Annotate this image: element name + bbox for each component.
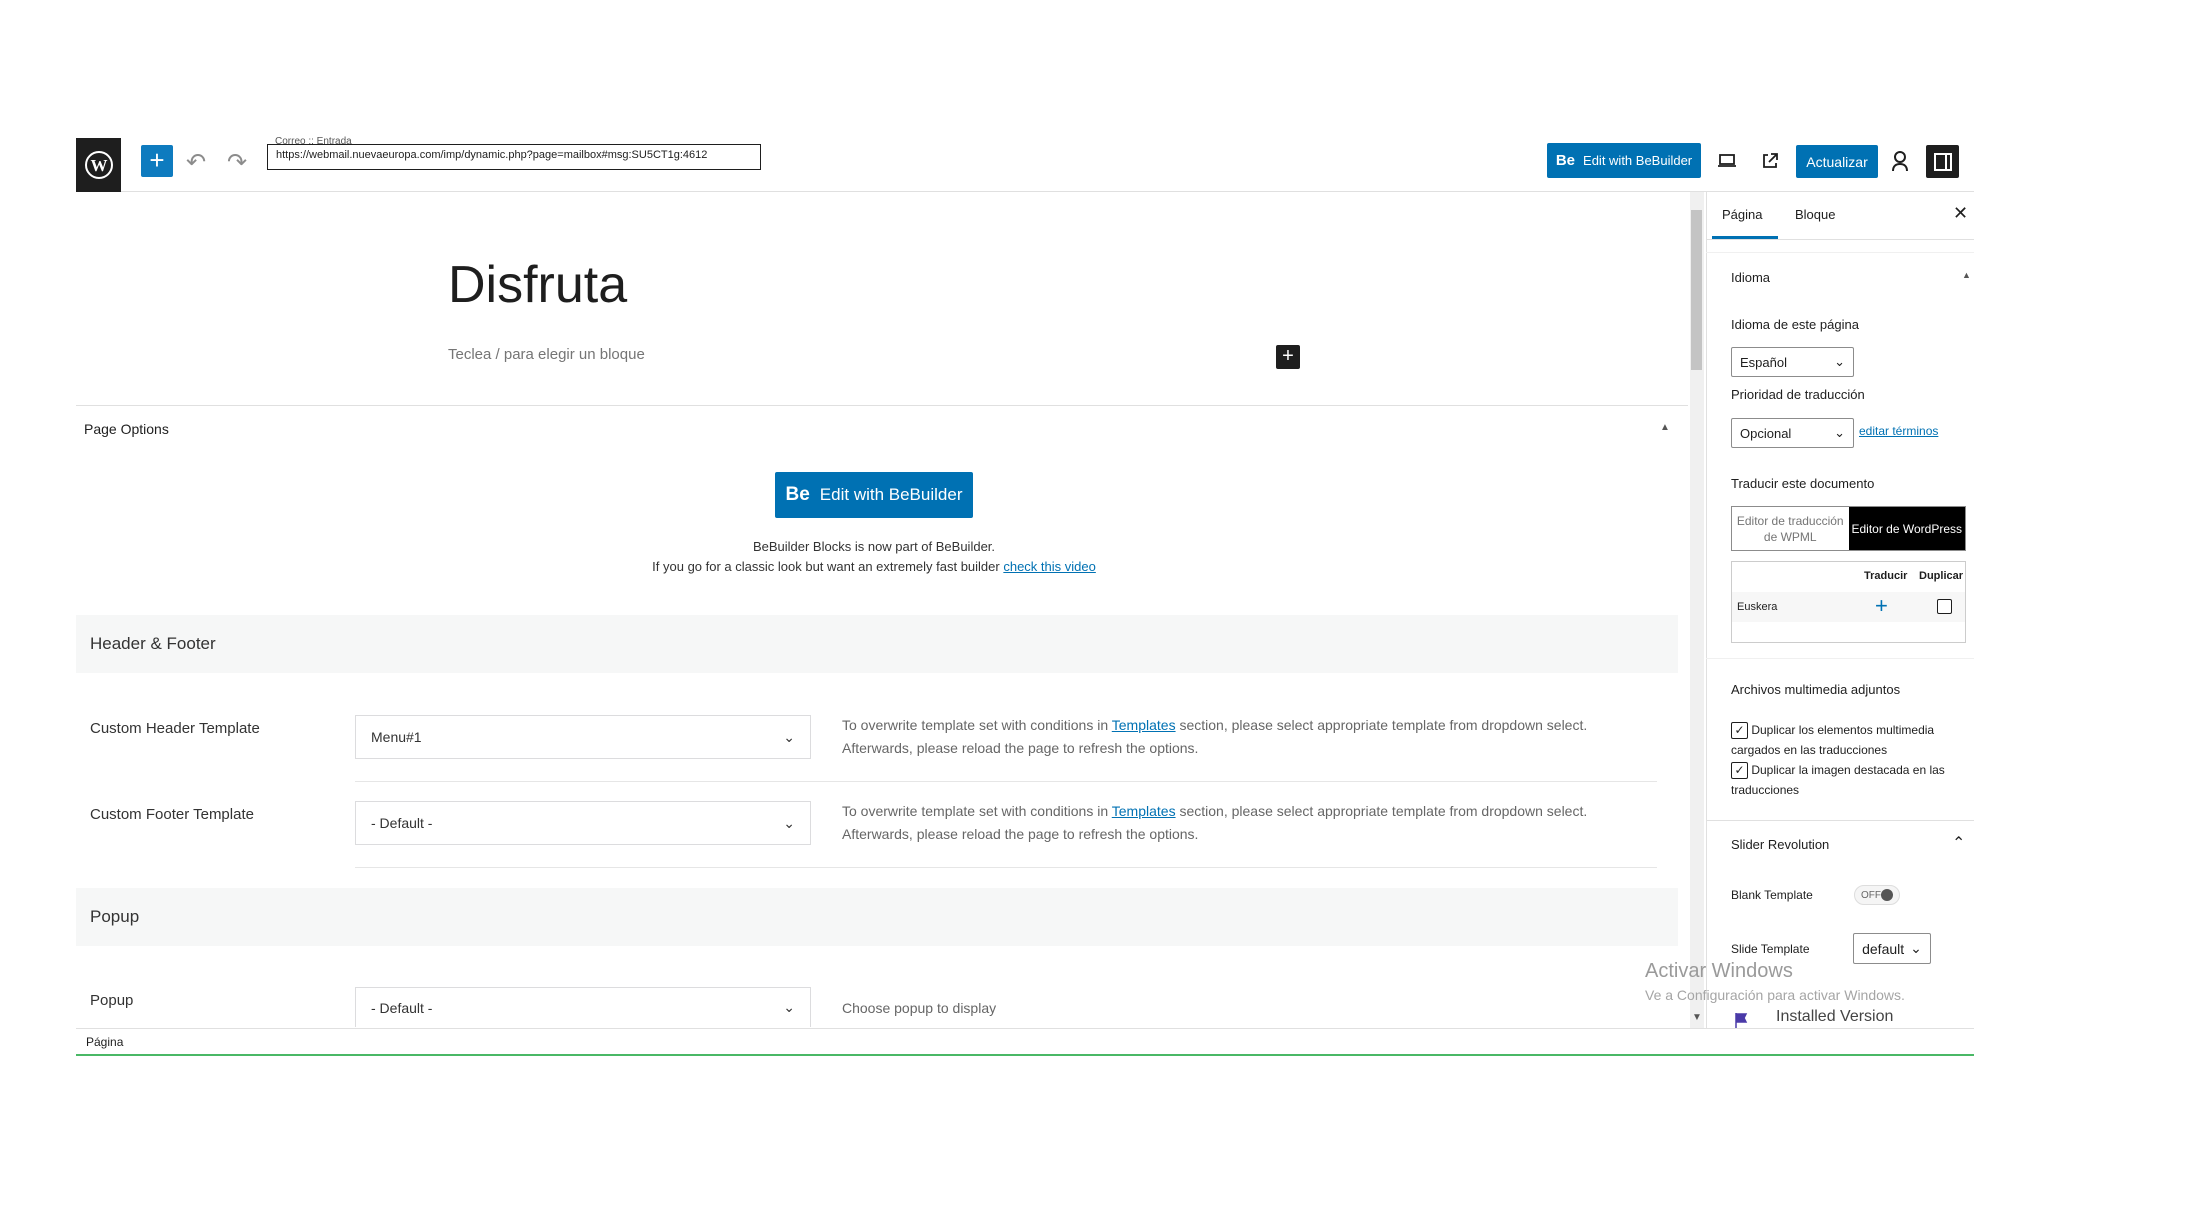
header-footer-section: Header & Footer	[76, 615, 1678, 673]
update-button[interactable]: Actualizar	[1796, 145, 1878, 178]
progress-line	[76, 1054, 1974, 1056]
block-placeholder[interactable]: Teclea / para elegir un bloque	[448, 346, 645, 363]
post-title[interactable]: Disfruta	[448, 255, 627, 315]
inline-add-block-button[interactable]: +	[1276, 345, 1300, 369]
undo-icon[interactable]: ↶	[181, 148, 211, 178]
bebuilder-info-line2: If you go for a classic look but want an…	[652, 559, 1096, 574]
windows-activation-watermark: Activar Windows	[1645, 960, 1793, 982]
bebuilder-label: Edit with BeBuilder	[1583, 153, 1693, 168]
popup-select[interactable]: - Default - ⌄	[355, 987, 811, 1027]
collapse-up-icon[interactable]: ▲	[1962, 270, 1971, 280]
page-options-heading[interactable]: Page Options	[84, 421, 169, 437]
url-field[interactable]: https://webmail.nuevaeuropa.com/imp/dyna…	[267, 144, 761, 170]
installed-version-label: Installed Version	[1776, 1008, 1894, 1025]
chevron-down-icon: ⌄	[1834, 354, 1845, 369]
custom-header-label: Custom Header Template	[90, 720, 260, 737]
footer-description: To overwrite template set with condition…	[842, 803, 1588, 842]
edit-with-bebuilder-top-button[interactable]: Be Edit with BeBuilder	[1547, 143, 1701, 178]
chevron-down-icon: ⌄	[1910, 940, 1922, 956]
collapse-up-icon[interactable]: ▲	[1660, 422, 1670, 433]
chevron-down-icon: ⌄	[783, 728, 795, 745]
header-description: To overwrite template set with condition…	[842, 717, 1588, 756]
preview-device-icon[interactable]	[1711, 146, 1743, 176]
check-video-link[interactable]: check this video	[1003, 559, 1096, 574]
user-translate-icon[interactable]	[1884, 146, 1916, 176]
media-option-2[interactable]: ✓ Duplicar la imagen destacada en las tr…	[1731, 760, 1971, 800]
slide-template-label: Slide Template	[1731, 942, 1810, 956]
divider	[355, 867, 1657, 868]
external-view-icon[interactable]	[1754, 146, 1786, 176]
bebuilder-info-line1: BeBuilder Blocks is now part of BeBuilde…	[752, 539, 996, 554]
translate-doc-label: Traducir este documento	[1731, 476, 1875, 491]
popup-description: Choose popup to display	[842, 1000, 997, 1016]
toggle-knob	[1881, 889, 1893, 901]
priority-label: Prioridad de traducción	[1731, 387, 1865, 402]
scrollbar-thumb[interactable]	[1691, 210, 1702, 370]
table-row: Euskera +	[1732, 592, 1965, 622]
wordpress-logo-icon[interactable]: W	[76, 138, 121, 192]
col-duplicate: Duplicar	[1919, 570, 1964, 582]
status-breadcrumb[interactable]: Página	[76, 1028, 1974, 1054]
translation-table: Traducir Duplicar Euskera +	[1731, 561, 1966, 643]
duplicate-checkbox[interactable]	[1937, 599, 1952, 614]
add-translation-icon[interactable]: +	[1875, 593, 1888, 619]
settings-panel-toggle-icon[interactable]	[1926, 145, 1959, 178]
scroll-down-icon[interactable]: ▼	[1692, 1012, 1702, 1023]
redo-icon[interactable]: ↷	[222, 148, 252, 178]
divider	[1706, 252, 1974, 253]
tab-bloque[interactable]: Bloque	[1795, 207, 1835, 222]
col-translate: Traducir	[1864, 570, 1908, 582]
blank-template-label: Blank Template	[1731, 888, 1813, 902]
chevron-up-icon[interactable]: ⌃	[1952, 833, 1965, 853]
slide-template-select[interactable]: default ⌄	[1853, 933, 1931, 964]
bebuilder-logo: Be	[785, 484, 810, 505]
divider	[1706, 239, 1974, 240]
divider	[1706, 658, 1974, 659]
windows-activation-hint: Ve a Configuración para activar Windows.	[1645, 987, 1905, 1003]
divider	[76, 405, 1688, 406]
templates-link[interactable]: Templates	[1112, 803, 1176, 819]
popup-label: Popup	[90, 992, 134, 1009]
wpml-editor-option[interactable]: Editor de traducción de WPML	[1732, 507, 1849, 550]
divider	[355, 781, 1657, 782]
bebuilder-logo: Be	[1555, 152, 1576, 169]
idioma-heading[interactable]: Idioma	[1731, 270, 1770, 285]
language-label: Idioma de este página	[1731, 317, 1859, 332]
media-checkbox-1[interactable]: ✓	[1731, 721, 1748, 739]
edit-with-bebuilder-button[interactable]: Be Edit with BeBuilder	[775, 472, 973, 518]
media-option-1[interactable]: ✓ Duplicar los elementos multimedia carg…	[1731, 720, 1971, 760]
translation-editor-toggle[interactable]: Editor de traducción de WPML Editor de W…	[1731, 506, 1966, 551]
custom-footer-select[interactable]: - Default - ⌄	[355, 801, 811, 845]
bebuilder-label: Edit with BeBuilder	[819, 485, 963, 504]
svg-text:W: W	[90, 156, 107, 175]
media-checkbox-2[interactable]: ✓	[1731, 761, 1748, 779]
chevron-down-icon: ⌄	[783, 814, 795, 831]
divider	[1706, 820, 1974, 821]
language-name: Euskera	[1737, 601, 1778, 613]
priority-select[interactable]: Opcional ⌄	[1731, 418, 1854, 448]
wordpress-editor-option[interactable]: Editor de WordPress	[1848, 507, 1965, 550]
language-select[interactable]: Español ⌄	[1731, 347, 1854, 377]
media-heading: Archivos multimedia adjuntos	[1731, 682, 1901, 697]
slider-revolution-heading[interactable]: Slider Revolution	[1731, 837, 1829, 852]
add-block-button[interactable]: +	[141, 145, 173, 177]
popup-section: Popup	[76, 888, 1678, 946]
chevron-down-icon: ⌄	[1834, 425, 1845, 440]
tab-pagina[interactable]: Página	[1722, 207, 1762, 222]
blank-template-toggle[interactable]: OFF	[1854, 885, 1900, 905]
custom-footer-label: Custom Footer Template	[90, 806, 254, 823]
chevron-down-icon: ⌄	[783, 999, 795, 1015]
edit-terms-link[interactable]: editar términos	[1859, 424, 1938, 438]
flag-icon	[1734, 1012, 1750, 1033]
close-icon[interactable]: ✕	[1953, 203, 1968, 224]
custom-header-select[interactable]: Menu#1 ⌄	[355, 715, 811, 759]
templates-link[interactable]: Templates	[1112, 717, 1176, 733]
